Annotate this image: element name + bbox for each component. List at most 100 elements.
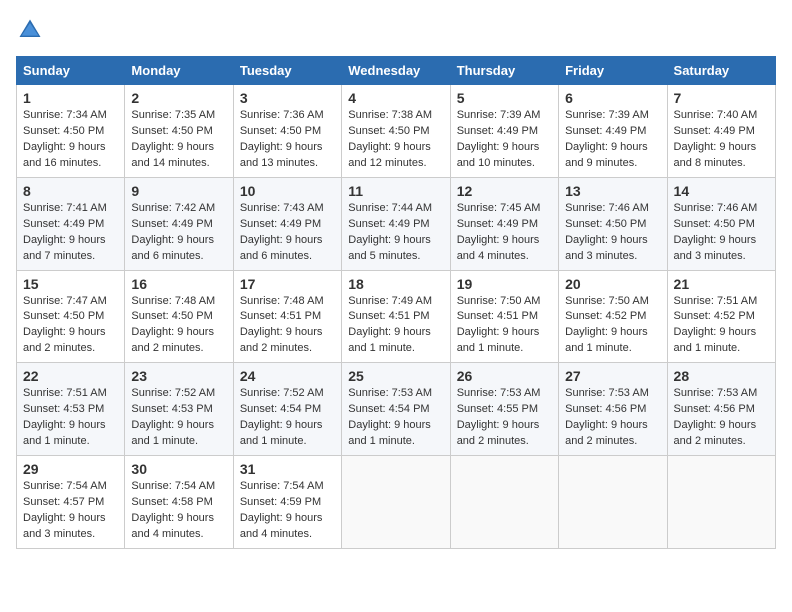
day-number: 11 [348, 183, 443, 199]
day-number: 5 [457, 90, 552, 106]
week-row-4: 22 Sunrise: 7:51 AM Sunset: 4:53 PM Dayli… [17, 363, 776, 456]
calendar-cell: 2 Sunrise: 7:35 AM Sunset: 4:50 PM Daylig… [125, 85, 233, 178]
day-info: Sunrise: 7:51 AM Sunset: 4:53 PM Dayligh… [23, 387, 107, 447]
calendar-cell: 30Sunrise: 7:54 AM Sunset: 4:58 PM Dayli… [125, 456, 233, 549]
week-row-1: 1 Sunrise: 7:34 AM Sunset: 4:50 PM Daylig… [17, 85, 776, 178]
calendar-cell: 6 Sunrise: 7:39 AM Sunset: 4:49 PM Daylig… [559, 85, 667, 178]
calendar-cell: 26 Sunrise: 7:53 AM Sunset: 4:55 PM Dayli… [450, 363, 558, 456]
calendar-cell: 25Sunrise: 7:53 AM Sunset: 4:54 PM Dayli… [342, 363, 450, 456]
day-number: 22 [23, 368, 118, 384]
day-number: 9 [131, 183, 226, 199]
day-number: 17 [240, 276, 335, 292]
day-info: Sunrise: 7:42 AM Sunset: 4:49 PM Dayligh… [131, 202, 215, 262]
calendar-cell: 7 Sunrise: 7:40 AM Sunset: 4:49 PM Daylig… [667, 85, 775, 178]
day-info: Sunrise: 7:49 AM Sunset: 4:51 PM Dayligh… [348, 295, 432, 355]
calendar-cell: 4 Sunrise: 7:38 AM Sunset: 4:50 PM Daylig… [342, 85, 450, 178]
header-cell-tuesday: Tuesday [233, 57, 341, 85]
day-number: 26 [457, 368, 552, 384]
day-info: Sunrise: 7:41 AM Sunset: 4:49 PM Dayligh… [23, 202, 107, 262]
calendar-cell: 20 Sunrise: 7:50 AM Sunset: 4:52 PM Dayli… [559, 270, 667, 363]
day-number: 15 [23, 276, 118, 292]
header-cell-monday: Monday [125, 57, 233, 85]
calendar-cell: 8 Sunrise: 7:41 AM Sunset: 4:49 PM Daylig… [17, 177, 125, 270]
day-number: 1 [23, 90, 118, 106]
calendar-body: 1 Sunrise: 7:34 AM Sunset: 4:50 PM Daylig… [17, 85, 776, 549]
day-info: Sunrise: 7:48 AM Sunset: 4:51 PM Dayligh… [240, 295, 324, 355]
day-number: 4 [348, 90, 443, 106]
calendar-header-row: SundayMondayTuesdayWednesdayThursdayFrid… [17, 57, 776, 85]
day-info: Sunrise: 7:43 AM Sunset: 4:49 PM Dayligh… [240, 202, 324, 262]
header-cell-friday: Friday [559, 57, 667, 85]
week-row-2: 8 Sunrise: 7:41 AM Sunset: 4:49 PM Daylig… [17, 177, 776, 270]
week-row-3: 15 Sunrise: 7:47 AM Sunset: 4:50 PM Dayli… [17, 270, 776, 363]
day-info: Sunrise: 7:48 AM Sunset: 4:50 PM Dayligh… [131, 295, 215, 355]
calendar-cell: 16 Sunrise: 7:48 AM Sunset: 4:50 PM Dayli… [125, 270, 233, 363]
day-number: 27 [565, 368, 660, 384]
day-info: Sunrise: 7:46 AM Sunset: 4:50 PM Dayligh… [674, 202, 758, 262]
calendar-cell [450, 456, 558, 549]
day-info: Sunrise: 7:53 AM Sunset: 4:56 PM Dayligh… [565, 387, 649, 447]
day-number: 8 [23, 183, 118, 199]
calendar-cell: 27 Sunrise: 7:53 AM Sunset: 4:56 PM Dayli… [559, 363, 667, 456]
calendar-cell: 29 Sunrise: 7:54 AM Sunset: 4:57 PM Dayli… [17, 456, 125, 549]
day-number: 31 [240, 461, 335, 477]
day-number: 16 [131, 276, 226, 292]
week-row-5: 29 Sunrise: 7:54 AM Sunset: 4:57 PM Dayli… [17, 456, 776, 549]
day-number: 29 [23, 461, 118, 477]
calendar-cell: 3 Sunrise: 7:36 AM Sunset: 4:50 PM Daylig… [233, 85, 341, 178]
day-info: Sunrise: 7:54 AM Sunset: 4:57 PM Dayligh… [23, 480, 107, 540]
calendar-cell [559, 456, 667, 549]
calendar-cell: 1 Sunrise: 7:34 AM Sunset: 4:50 PM Daylig… [17, 85, 125, 178]
calendar-cell: 17 Sunrise: 7:48 AM Sunset: 4:51 PM Dayli… [233, 270, 341, 363]
calendar-table: SundayMondayTuesdayWednesdayThursdayFrid… [16, 56, 776, 549]
calendar-cell: 31 Sunrise: 7:54 AM Sunset: 4:59 PM Dayli… [233, 456, 341, 549]
calendar-cell: 14 Sunrise: 7:46 AM Sunset: 4:50 PM Dayli… [667, 177, 775, 270]
page-header [16, 16, 776, 44]
calendar-cell: 21Sunrise: 7:51 AM Sunset: 4:52 PM Dayli… [667, 270, 775, 363]
day-number: 12 [457, 183, 552, 199]
calendar-cell: 11Sunrise: 7:44 AM Sunset: 4:49 PM Dayli… [342, 177, 450, 270]
calendar-cell: 19 Sunrise: 7:50 AM Sunset: 4:51 PM Dayli… [450, 270, 558, 363]
calendar-cell: 5 Sunrise: 7:39 AM Sunset: 4:49 PM Daylig… [450, 85, 558, 178]
day-info: Sunrise: 7:38 AM Sunset: 4:50 PM Dayligh… [348, 109, 432, 169]
calendar-cell: 10 Sunrise: 7:43 AM Sunset: 4:49 PM Dayli… [233, 177, 341, 270]
calendar-cell [342, 456, 450, 549]
day-number: 20 [565, 276, 660, 292]
day-info: Sunrise: 7:54 AM Sunset: 4:59 PM Dayligh… [240, 480, 324, 540]
day-number: 18 [348, 276, 443, 292]
day-number: 19 [457, 276, 552, 292]
day-info: Sunrise: 7:36 AM Sunset: 4:50 PM Dayligh… [240, 109, 324, 169]
day-info: Sunrise: 7:50 AM Sunset: 4:52 PM Dayligh… [565, 295, 649, 355]
day-number: 7 [674, 90, 769, 106]
day-number: 13 [565, 183, 660, 199]
day-number: 24 [240, 368, 335, 384]
day-info: Sunrise: 7:54 AM Sunset: 4:58 PM Dayligh… [131, 480, 215, 540]
day-info: Sunrise: 7:50 AM Sunset: 4:51 PM Dayligh… [457, 295, 541, 355]
calendar-cell: 12 Sunrise: 7:45 AM Sunset: 4:49 PM Dayli… [450, 177, 558, 270]
day-info: Sunrise: 7:39 AM Sunset: 4:49 PM Dayligh… [457, 109, 541, 169]
calendar-cell: 15 Sunrise: 7:47 AM Sunset: 4:50 PM Dayli… [17, 270, 125, 363]
calendar-cell: 9 Sunrise: 7:42 AM Sunset: 4:49 PM Daylig… [125, 177, 233, 270]
day-number: 28 [674, 368, 769, 384]
header-cell-sunday: Sunday [17, 57, 125, 85]
day-info: Sunrise: 7:53 AM Sunset: 4:55 PM Dayligh… [457, 387, 541, 447]
day-number: 3 [240, 90, 335, 106]
day-info: Sunrise: 7:34 AM Sunset: 4:50 PM Dayligh… [23, 109, 107, 169]
calendar-cell: 13 Sunrise: 7:46 AM Sunset: 4:50 PM Dayli… [559, 177, 667, 270]
calendar-cell: 28Sunrise: 7:53 AM Sunset: 4:56 PM Dayli… [667, 363, 775, 456]
day-info: Sunrise: 7:47 AM Sunset: 4:50 PM Dayligh… [23, 295, 107, 355]
day-info: Sunrise: 7:40 AM Sunset: 4:49 PM Dayligh… [674, 109, 758, 169]
calendar-cell [667, 456, 775, 549]
day-info: Sunrise: 7:45 AM Sunset: 4:49 PM Dayligh… [457, 202, 541, 262]
day-number: 6 [565, 90, 660, 106]
day-info: Sunrise: 7:53 AM Sunset: 4:54 PM Dayligh… [348, 387, 432, 447]
day-number: 2 [131, 90, 226, 106]
day-info: Sunrise: 7:46 AM Sunset: 4:50 PM Dayligh… [565, 202, 649, 262]
day-number: 10 [240, 183, 335, 199]
calendar-cell: 24Sunrise: 7:52 AM Sunset: 4:54 PM Dayli… [233, 363, 341, 456]
day-number: 14 [674, 183, 769, 199]
day-info: Sunrise: 7:35 AM Sunset: 4:50 PM Dayligh… [131, 109, 215, 169]
day-info: Sunrise: 7:39 AM Sunset: 4:49 PM Dayligh… [565, 109, 649, 169]
logo-icon [16, 16, 44, 44]
day-info: Sunrise: 7:52 AM Sunset: 4:53 PM Dayligh… [131, 387, 215, 447]
